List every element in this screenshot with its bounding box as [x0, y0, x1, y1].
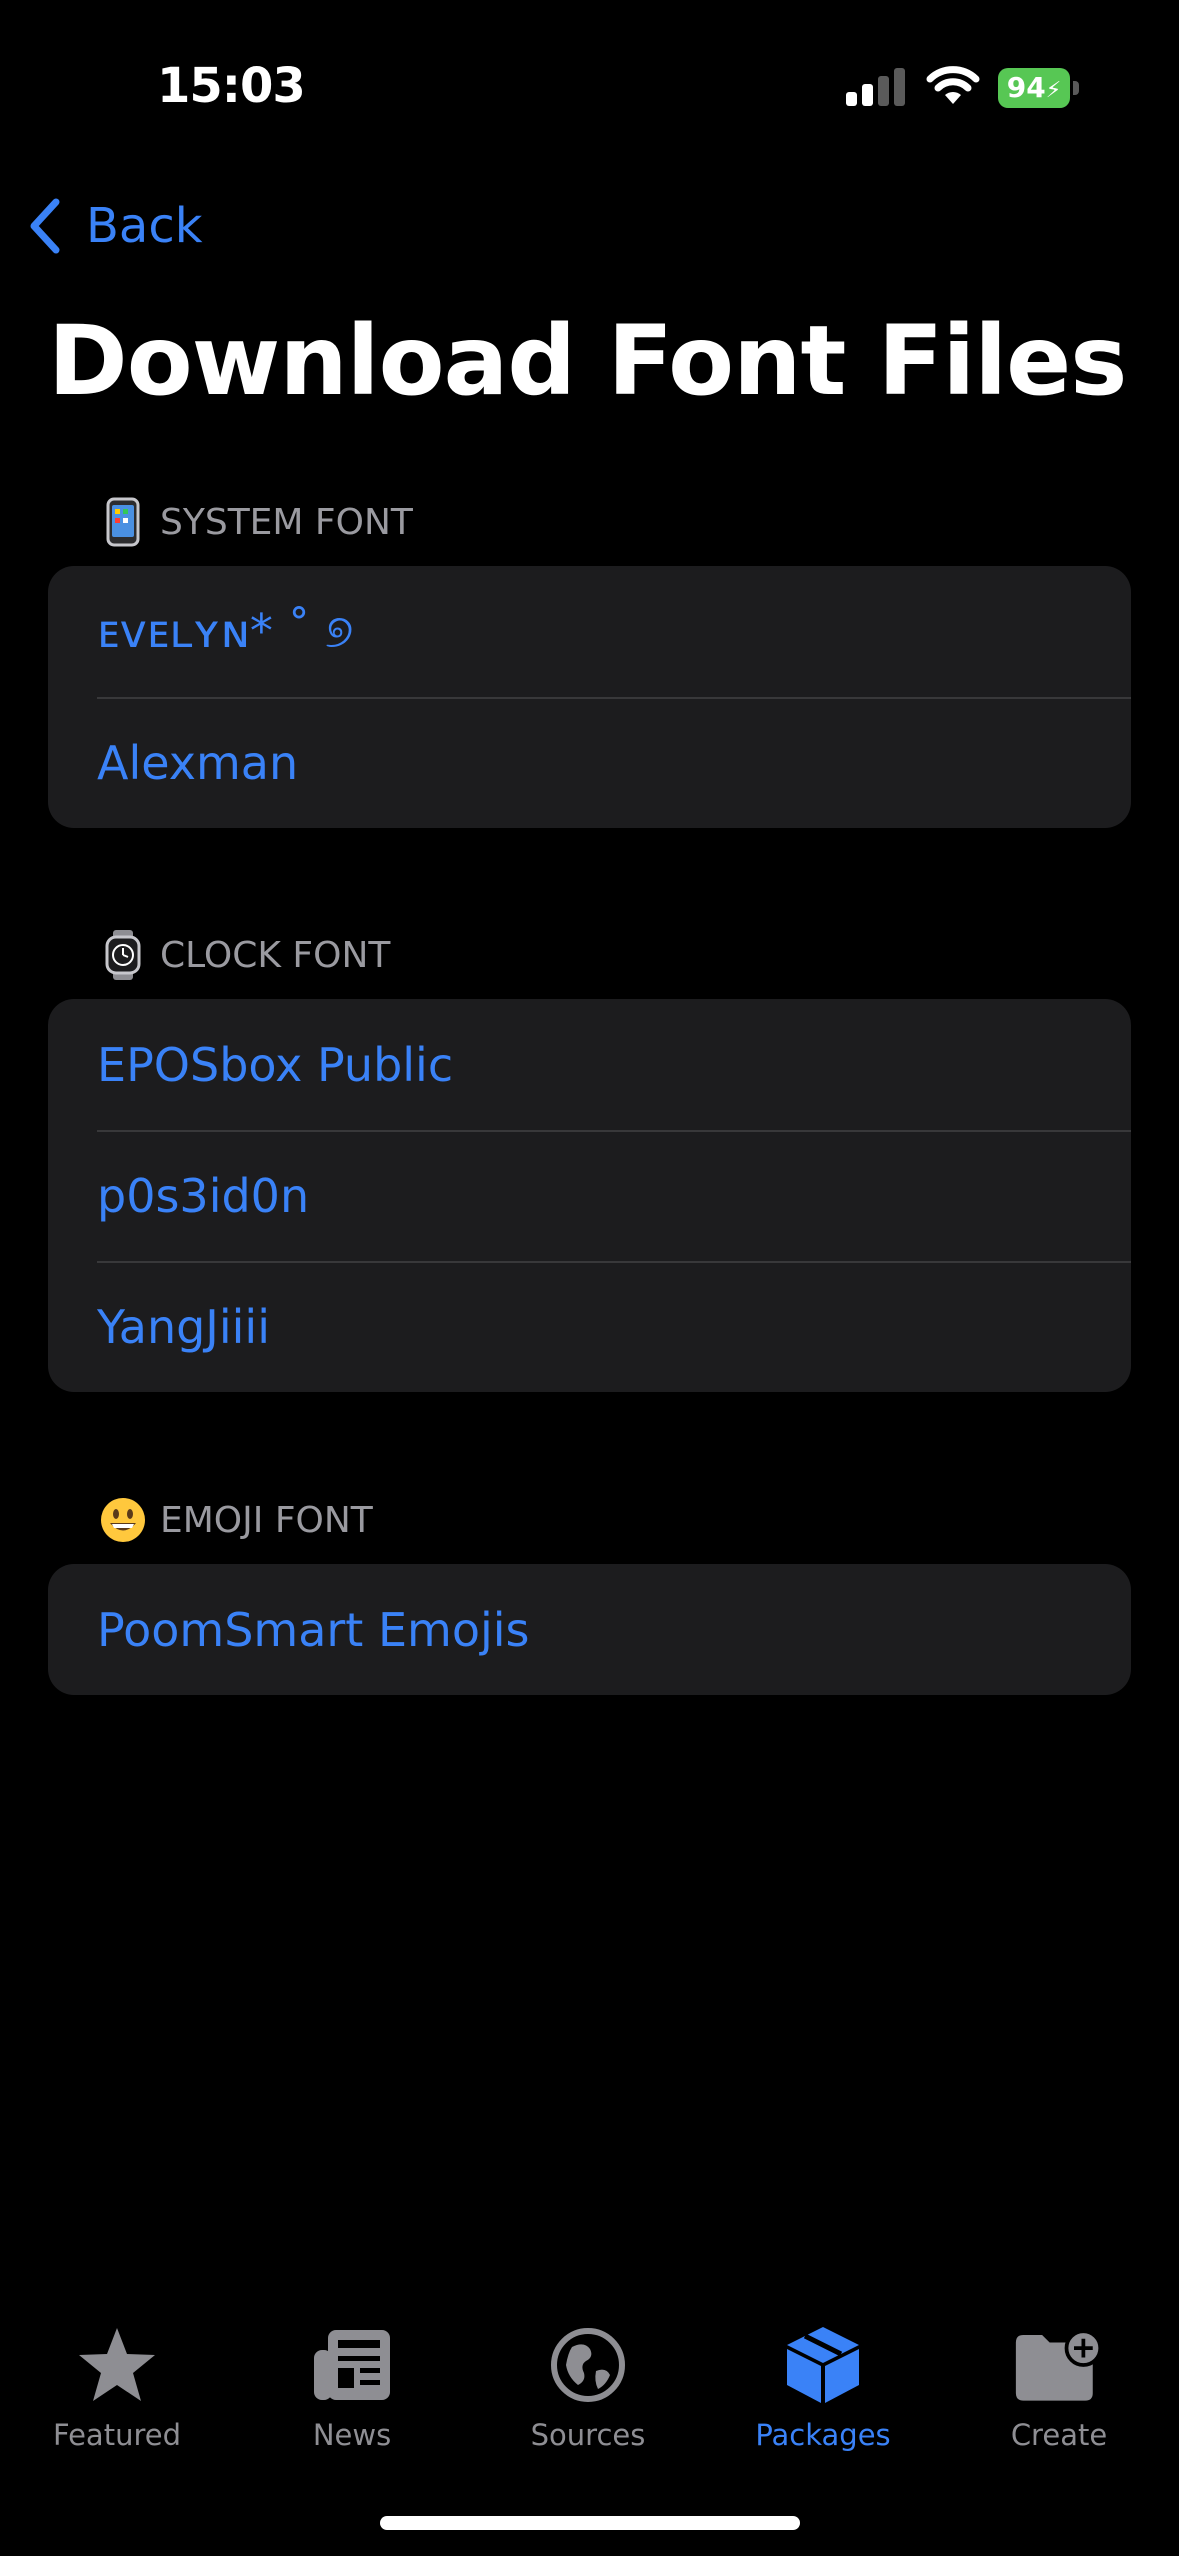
phone-icon	[98, 497, 148, 547]
list-item-label: Alexman	[97, 735, 299, 790]
tab-featured[interactable]: Featured	[17, 2320, 217, 2452]
tab-label: Packages	[755, 2418, 891, 2452]
newspaper-icon	[307, 2320, 397, 2410]
cellular-signal-icon	[846, 68, 905, 106]
list-item-label: ᴇᴠᴇʟʏɴ* ˚ ୭	[97, 603, 354, 658]
list-item[interactable]: ᴇᴠᴇʟʏɴ* ˚ ୭	[48, 566, 1131, 697]
tab-label: Featured	[53, 2418, 181, 2452]
status-bar: 15:03 94⚡	[0, 0, 1179, 175]
grinning-face-icon	[98, 1495, 148, 1545]
list-item-label: PoomSmart Emojis	[97, 1602, 530, 1657]
emoji-font-list: PoomSmart Emojis	[48, 1564, 1131, 1695]
tab-label: News	[312, 2418, 392, 2452]
battery-level: 94⚡	[1006, 71, 1062, 104]
tab-packages[interactable]: Packages	[723, 2320, 923, 2452]
status-time: 15:03	[157, 58, 306, 114]
tab-news[interactable]: News	[252, 2320, 452, 2452]
tab-label: Sources	[530, 2418, 646, 2452]
tab-label: Create	[1010, 2418, 1108, 2452]
section-header-label: CLOCK FONT	[160, 934, 391, 976]
section-header-emoji-font: EMOJI FONT	[98, 1495, 373, 1545]
package-icon	[778, 2320, 868, 2410]
list-item-label: YangJiiii	[97, 1299, 270, 1354]
battery-tip	[1073, 81, 1079, 95]
folder-add-icon	[1014, 2320, 1104, 2410]
clock-font-list: EPOSbox Public p0s3id0n YangJiiii	[48, 999, 1131, 1392]
tab-create[interactable]: Create	[959, 2320, 1159, 2452]
star-icon	[72, 2320, 162, 2410]
page-title: Download Font Files	[48, 305, 1127, 417]
wifi-icon	[926, 66, 980, 104]
back-label: Back	[86, 198, 203, 254]
watch-icon	[98, 930, 148, 980]
section-header-label: SYSTEM FONT	[160, 501, 413, 543]
list-item[interactable]: EPOSbox Public	[48, 999, 1131, 1130]
list-item-label: p0s3id0n	[97, 1168, 310, 1223]
chevron-left-icon	[30, 198, 60, 254]
list-item[interactable]: PoomSmart Emojis	[48, 1564, 1131, 1695]
tab-sources[interactable]: Sources	[488, 2320, 688, 2452]
list-item[interactable]: p0s3id0n	[48, 1130, 1131, 1261]
section-header-system-font: SYSTEM FONT	[98, 497, 413, 547]
home-indicator[interactable]	[380, 2516, 800, 2530]
system-font-list: ᴇᴠᴇʟʏɴ* ˚ ୭ Alexman	[48, 566, 1131, 828]
charging-bolt-icon: ⚡	[1045, 78, 1062, 103]
list-item-label: EPOSbox Public	[97, 1037, 454, 1092]
section-header-clock-font: CLOCK FONT	[98, 930, 390, 980]
list-item[interactable]: Alexman	[48, 697, 1131, 828]
section-header-label: EMOJI FONT	[160, 1499, 373, 1541]
globe-icon	[543, 2320, 633, 2410]
battery-indicator: 94⚡	[998, 68, 1080, 108]
list-item[interactable]: YangJiiii	[48, 1261, 1131, 1392]
back-button[interactable]: Back	[26, 194, 203, 258]
